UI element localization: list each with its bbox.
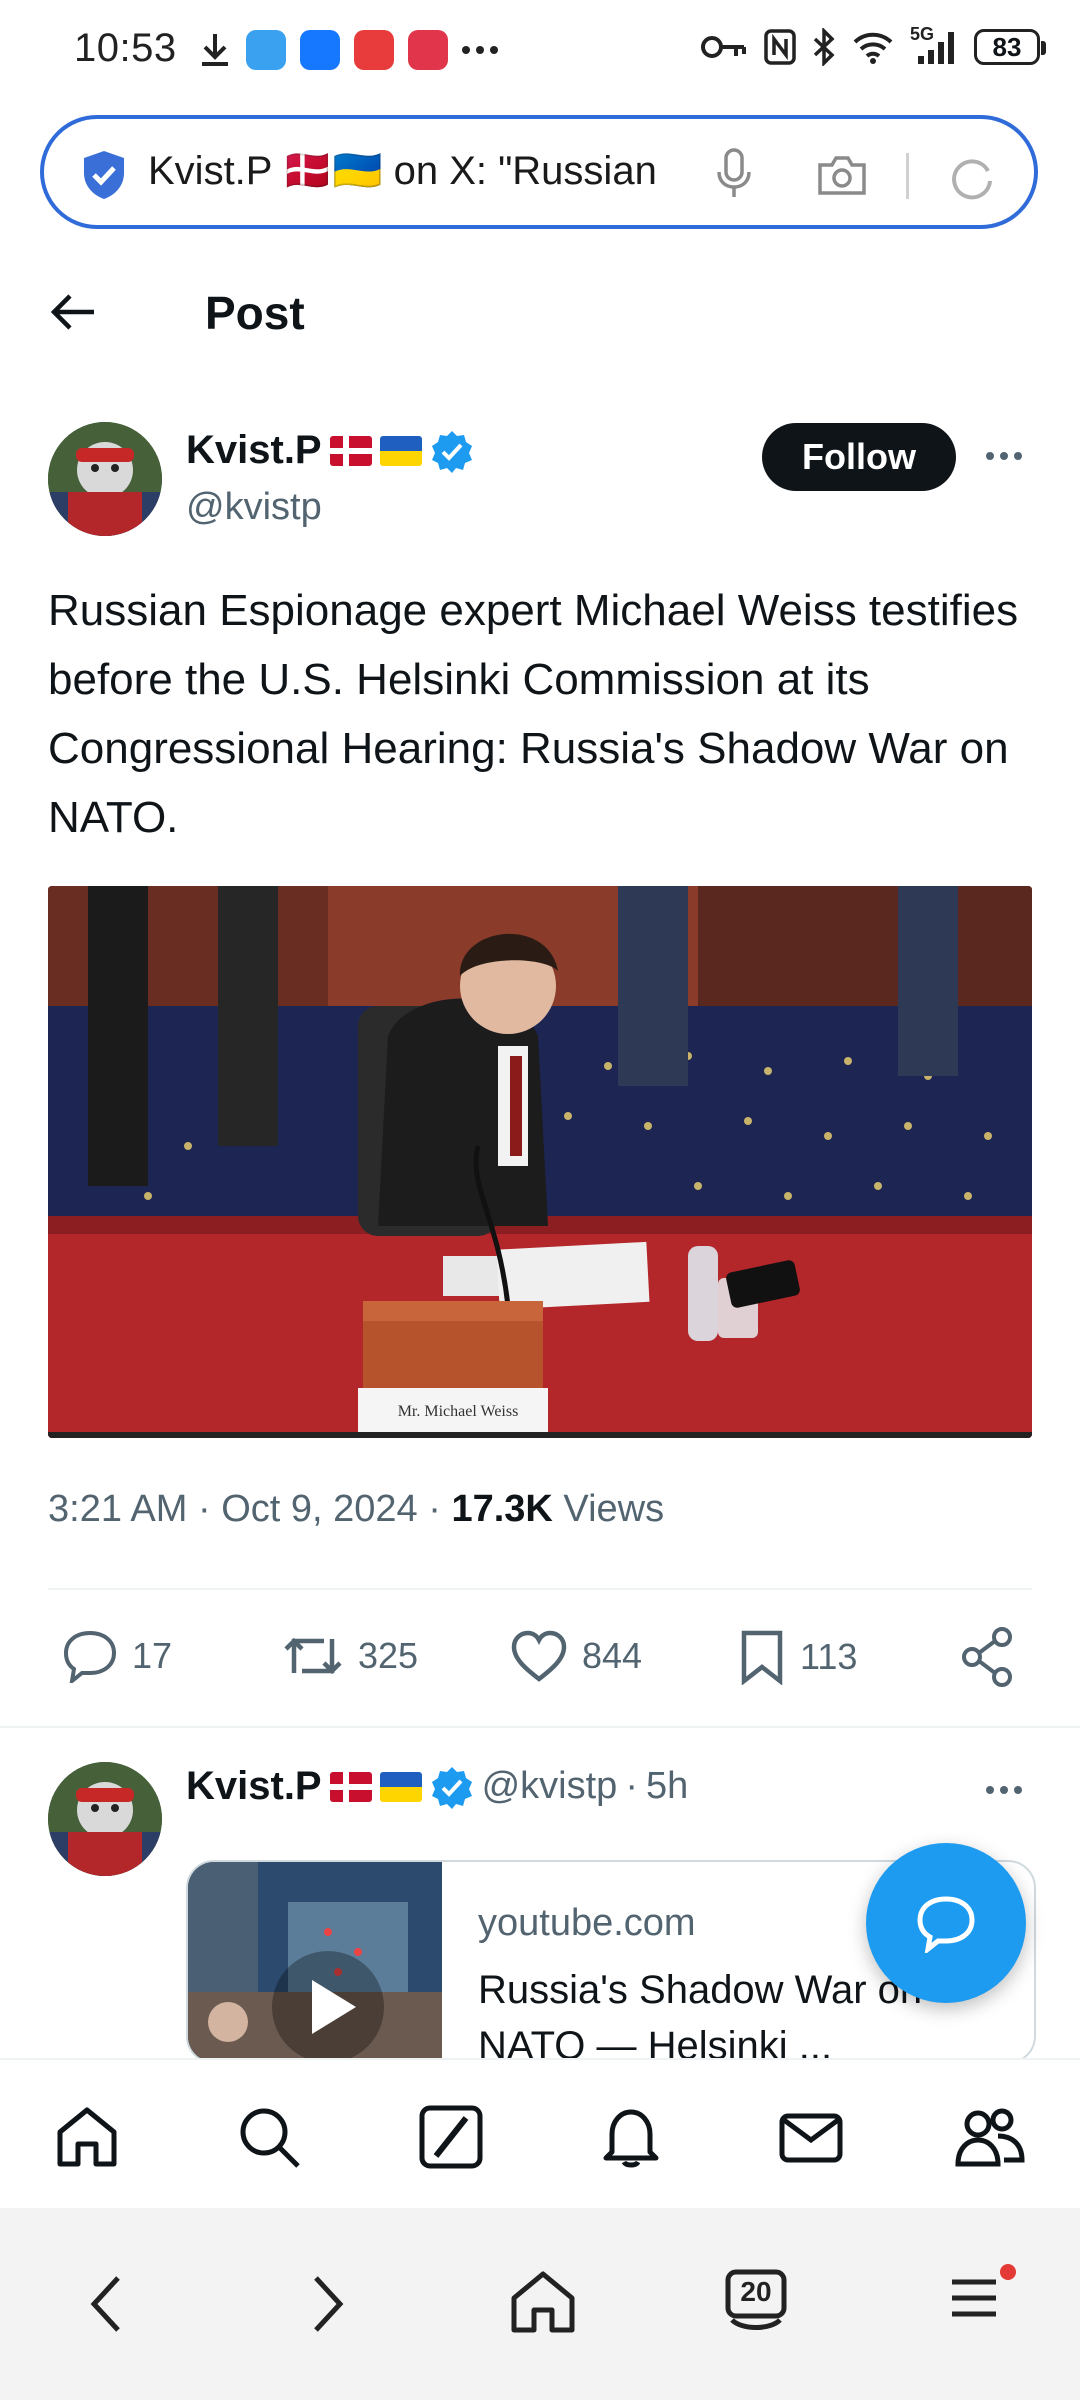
follow-button[interactable]: Follow [762,423,956,491]
shopping-app-icon [408,30,448,70]
wifi-icon [853,32,893,64]
reply-icon [63,1630,117,1683]
divider [48,1588,1032,1590]
post-separator [0,1726,1080,1728]
like-button[interactable]: 844 [510,1629,642,1683]
bluetooth-icon [813,28,835,66]
search-icon[interactable] [236,2104,302,2170]
communities-icon[interactable] [954,2104,1026,2170]
link-card-domain: youtube.com [478,1902,696,1944]
alipay-app-icon [300,30,340,70]
status-time: 10:53 [74,26,177,70]
avatar[interactable] [48,422,162,536]
browser-forward-icon[interactable] [308,2272,348,2336]
huawei-app-icon [354,30,394,70]
nfc-icon [764,29,796,65]
repost-icon [284,1637,342,1675]
verified-badge-icon [431,430,472,473]
messages-icon[interactable] [778,2104,844,2170]
views-count: 17.3K [451,1488,553,1530]
reply-author-row[interactable]: Kvist.P @kvistp · 5h [186,1764,688,1809]
author-handle[interactable]: @kvistp [186,486,322,529]
reply-avatar[interactable] [48,1762,162,1876]
share-icon[interactable] [960,1626,1014,1688]
like-count: 844 [582,1635,643,1676]
menu-icon [952,2279,996,2317]
reply-age: 5h [645,1765,689,1807]
app-navigation-bar [0,2058,1080,2210]
author-name[interactable]: Kvist.P [186,428,322,473]
home-icon[interactable] [54,2104,120,2170]
reload-icon[interactable] [948,153,996,201]
bookmark-button[interactable]: 113 [738,1629,857,1685]
post-meta: 3:21 AM · Oct 9, 2024 · 17.3K Views [48,1488,665,1530]
post-header: Post [0,250,1080,380]
status-bar: 10:53 5G 83 [0,0,1080,100]
tabs-count: 20 [740,2276,772,2307]
denmark-flag-icon [329,435,372,466]
more-options-icon[interactable] [986,452,1022,460]
url-text[interactable]: Kvist.P 🇩🇰🇺🇦 on X: "Russian [148,147,728,194]
repost-button[interactable]: 325 [282,1629,418,1683]
action-bar: 17 325 844 113 [0,1620,1080,1700]
address-bar[interactable]: Kvist.P 🇩🇰🇺🇦 on X: "Russian [40,115,1038,229]
reply-more-options-icon[interactable] [986,1786,1022,1794]
browser-menu-button[interactable] [948,2264,1016,2326]
post-text: Russian Espionage expert Michael Weiss t… [48,586,1019,842]
grok-icon[interactable] [418,2104,484,2170]
post-date[interactable]: Oct 9, 2024 [221,1488,417,1530]
reply-count: 17 [132,1635,173,1676]
notification-icons [198,30,498,70]
microphone-icon[interactable] [714,147,754,201]
reply-author-name[interactable]: Kvist.P [186,1764,322,1809]
link-card-thumbnail [188,1862,442,2062]
tabs-button[interactable]: 20 [722,2268,790,2334]
author-name-row[interactable]: Kvist.P [186,428,474,473]
battery-indicator: 83 [974,29,1046,65]
back-arrow-icon[interactable] [50,292,96,332]
video-thumbnail[interactable]: Mr. Michael Weiss [48,886,1032,1438]
notification-dot [1000,2264,1016,2280]
download-icon [202,34,228,66]
bookmark-icon [741,1630,783,1685]
signal-icon: 5G [910,24,958,66]
browser-home-icon[interactable] [508,2266,578,2336]
ukraine-flag-icon [379,435,422,466]
shield-check-icon [84,151,124,199]
ukraine-flag-icon [379,1771,422,1802]
more-notifications-icon [462,46,498,54]
bookmark-count: 113 [800,1636,858,1677]
verified-badge-icon [431,1766,472,1809]
reply-author-handle[interactable]: @kvistp [482,1765,618,1808]
speech-bubble-icon [917,1896,975,1953]
browser-navigation-bar: 20 [0,2208,1080,2400]
views-label: Views [563,1488,665,1530]
key-icon [701,36,746,58]
notifications-icon[interactable] [598,2104,664,2170]
reply-button[interactable]: 17 [62,1629,172,1683]
heart-icon [511,1630,567,1682]
compose-reply-button[interactable] [866,1843,1026,2003]
post-time[interactable]: 3:21 AM [48,1488,187,1530]
address-divider [906,153,909,199]
weather-app-icon [246,30,286,70]
battery-level: 83 [992,31,1022,62]
system-icons: 5G 83 [700,24,1046,66]
camera-icon[interactable] [816,153,868,197]
repost-count: 325 [358,1635,419,1676]
name-placard: Mr. Michael Weiss [398,1403,519,1420]
denmark-flag-icon [329,1771,372,1802]
browser-back-icon[interactable] [86,2272,126,2336]
page-title: Post [205,287,305,339]
